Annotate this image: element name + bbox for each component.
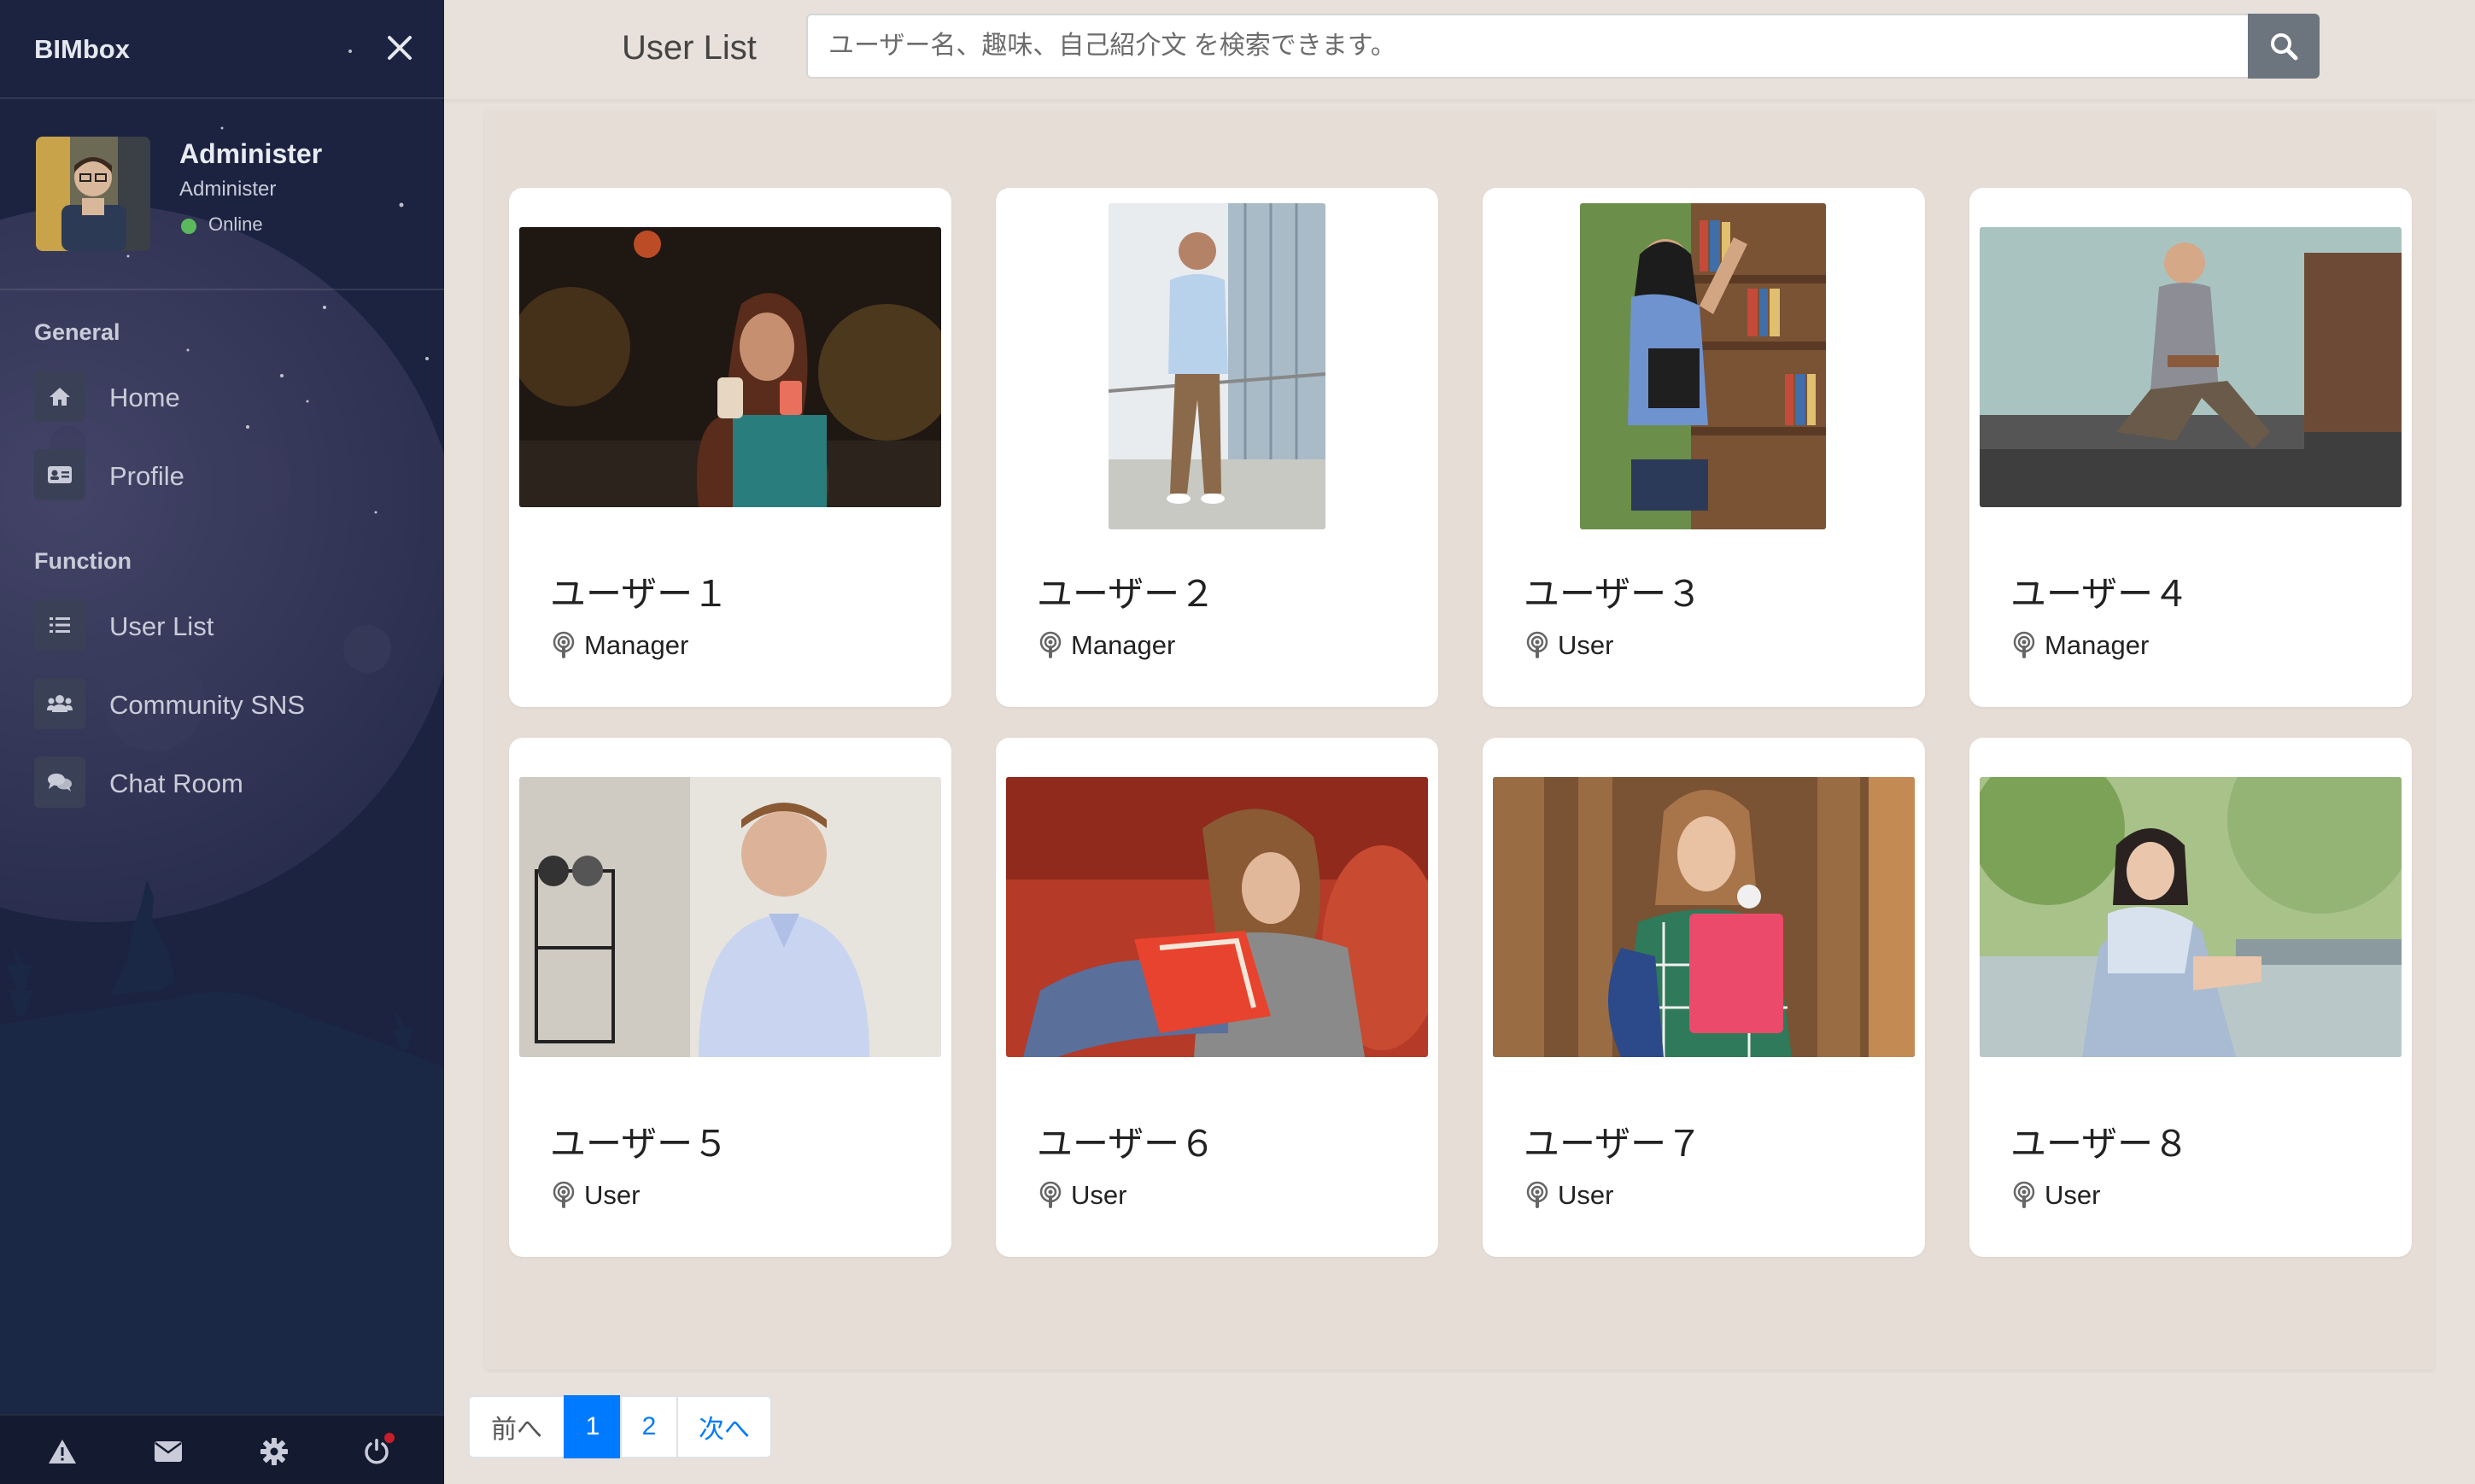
list-icon <box>34 599 85 651</box>
user-role-label: User <box>1558 630 1614 660</box>
mail-icon <box>155 1441 182 1462</box>
podcast-icon <box>1039 631 1062 658</box>
user-card[interactable]: ユーザー６ User <box>996 738 1438 1257</box>
users-icon <box>34 678 85 729</box>
profile-name: Administer <box>179 138 323 169</box>
user-list-panel: ユーザー１ Manager ユーザー２ Manager ユーザー３ User ユ… <box>485 109 2434 1370</box>
id-card-icon <box>34 449 85 500</box>
user-role: Manager <box>1037 628 1175 663</box>
mail-button[interactable] <box>149 1433 188 1470</box>
sidebar-item-community-sns[interactable]: Community SNS <box>34 675 410 734</box>
home-icon <box>34 371 85 422</box>
sidebar-item-label: Chat Room <box>109 768 243 798</box>
sidebar-item-label: User List <box>109 611 214 641</box>
sidebar: BIMbox Administer Administer Online Gene… <box>0 0 444 1484</box>
user-card[interactable]: ユーザー２ Manager <box>996 188 1438 707</box>
warning-icon <box>49 1440 76 1464</box>
chat-icon <box>34 757 85 808</box>
user-photo <box>1493 777 1915 1057</box>
user-photo <box>1580 203 1826 529</box>
user-photo <box>1980 777 2402 1057</box>
online-status-text: Online <box>208 213 263 235</box>
close-icon <box>388 36 412 60</box>
user-name: ユーザー５ <box>550 1124 729 1164</box>
section-title-general: General <box>34 319 120 345</box>
logout-button[interactable] <box>357 1433 396 1470</box>
brand-logo-text: BIMbox <box>34 34 130 64</box>
sidebar-item-profile[interactable]: Profile <box>34 446 410 505</box>
sidebar-item-label: Home <box>109 383 180 412</box>
user-role-label: User <box>1558 1180 1614 1210</box>
user-photo <box>1006 777 1428 1057</box>
user-role: Manager <box>550 628 688 663</box>
user-name: ユーザー１ <box>550 574 729 614</box>
user-name: ユーザー３ <box>1524 574 1703 614</box>
sidebar-brand-bar: BIMbox <box>0 0 444 99</box>
user-name: ユーザー２ <box>1037 574 1216 614</box>
profile-block: Administer Administer Online <box>0 99 444 290</box>
user-card[interactable]: ユーザー３ User <box>1483 188 1925 707</box>
user-card[interactable]: ユーザー８ User <box>1969 738 2412 1257</box>
user-role-label: User <box>2045 1180 2101 1210</box>
prev-page-button[interactable]: 前へ <box>468 1395 565 1458</box>
user-role: User <box>1524 628 1613 663</box>
user-role-label: User <box>584 1180 641 1210</box>
user-name: ユーザー４ <box>2010 574 2190 614</box>
online-status-dot <box>181 219 196 234</box>
user-role-label: Manager <box>584 630 689 660</box>
podcast-icon <box>1039 1181 1062 1208</box>
user-role: User <box>1524 1178 1613 1212</box>
user-photo <box>1980 227 2402 507</box>
podcast-icon <box>2013 631 2035 658</box>
avatar[interactable] <box>36 137 150 251</box>
user-card[interactable]: ユーザー７ User <box>1483 738 1925 1257</box>
podcast-icon <box>553 1181 575 1208</box>
sidebar-item-chat-room[interactable]: Chat Room <box>34 753 410 813</box>
notification-dot <box>384 1433 395 1443</box>
user-role-label: Manager <box>2045 630 2150 660</box>
podcast-icon <box>1526 1181 1548 1208</box>
pagination: 前へ 1 2 次へ <box>468 1395 772 1458</box>
search-icon <box>2271 33 2298 61</box>
top-header: User List <box>444 0 2475 99</box>
user-photo <box>1109 203 1325 529</box>
sidebar-item-user-list[interactable]: User List <box>34 596 410 656</box>
page-2-button[interactable]: 2 <box>620 1395 678 1458</box>
sidebar-item-home[interactable]: Home <box>34 367 410 427</box>
user-name: ユーザー８ <box>2010 1124 2190 1164</box>
user-name: ユーザー７ <box>1524 1124 1703 1164</box>
profile-role: Administer <box>179 178 277 201</box>
user-role-label: Manager <box>1071 630 1176 660</box>
search-input[interactable] <box>806 14 2267 79</box>
settings-button[interactable] <box>255 1433 294 1470</box>
user-card[interactable]: ユーザー１ Manager <box>509 188 951 707</box>
user-role: User <box>1037 1178 1126 1212</box>
user-card[interactable]: ユーザー５ User <box>509 738 951 1257</box>
podcast-icon <box>553 631 575 658</box>
page-title: User List <box>622 29 757 67</box>
warning-button[interactable] <box>43 1433 82 1470</box>
user-name: ユーザー６ <box>1037 1124 1216 1164</box>
page-1-button[interactable]: 1 <box>564 1395 622 1458</box>
user-role: Manager <box>2010 628 2149 663</box>
user-role: User <box>2010 1178 2100 1212</box>
section-title-function: Function <box>34 548 132 574</box>
podcast-icon <box>2013 1181 2035 1208</box>
user-photo <box>519 777 941 1057</box>
user-role-label: User <box>1071 1180 1127 1210</box>
user-card[interactable]: ユーザー４ Manager <box>1969 188 2412 707</box>
user-photo <box>519 227 941 507</box>
sidebar-item-label: Profile <box>109 461 184 491</box>
next-page-button[interactable]: 次へ <box>676 1395 772 1458</box>
podcast-icon <box>1526 631 1548 658</box>
search-button[interactable] <box>2248 14 2320 79</box>
gear-icon <box>260 1438 288 1465</box>
sidebar-footer <box>0 1414 444 1484</box>
close-sidebar-button[interactable] <box>383 31 417 65</box>
sidebar-item-label: Community SNS <box>109 690 306 720</box>
user-role: User <box>550 1178 640 1212</box>
